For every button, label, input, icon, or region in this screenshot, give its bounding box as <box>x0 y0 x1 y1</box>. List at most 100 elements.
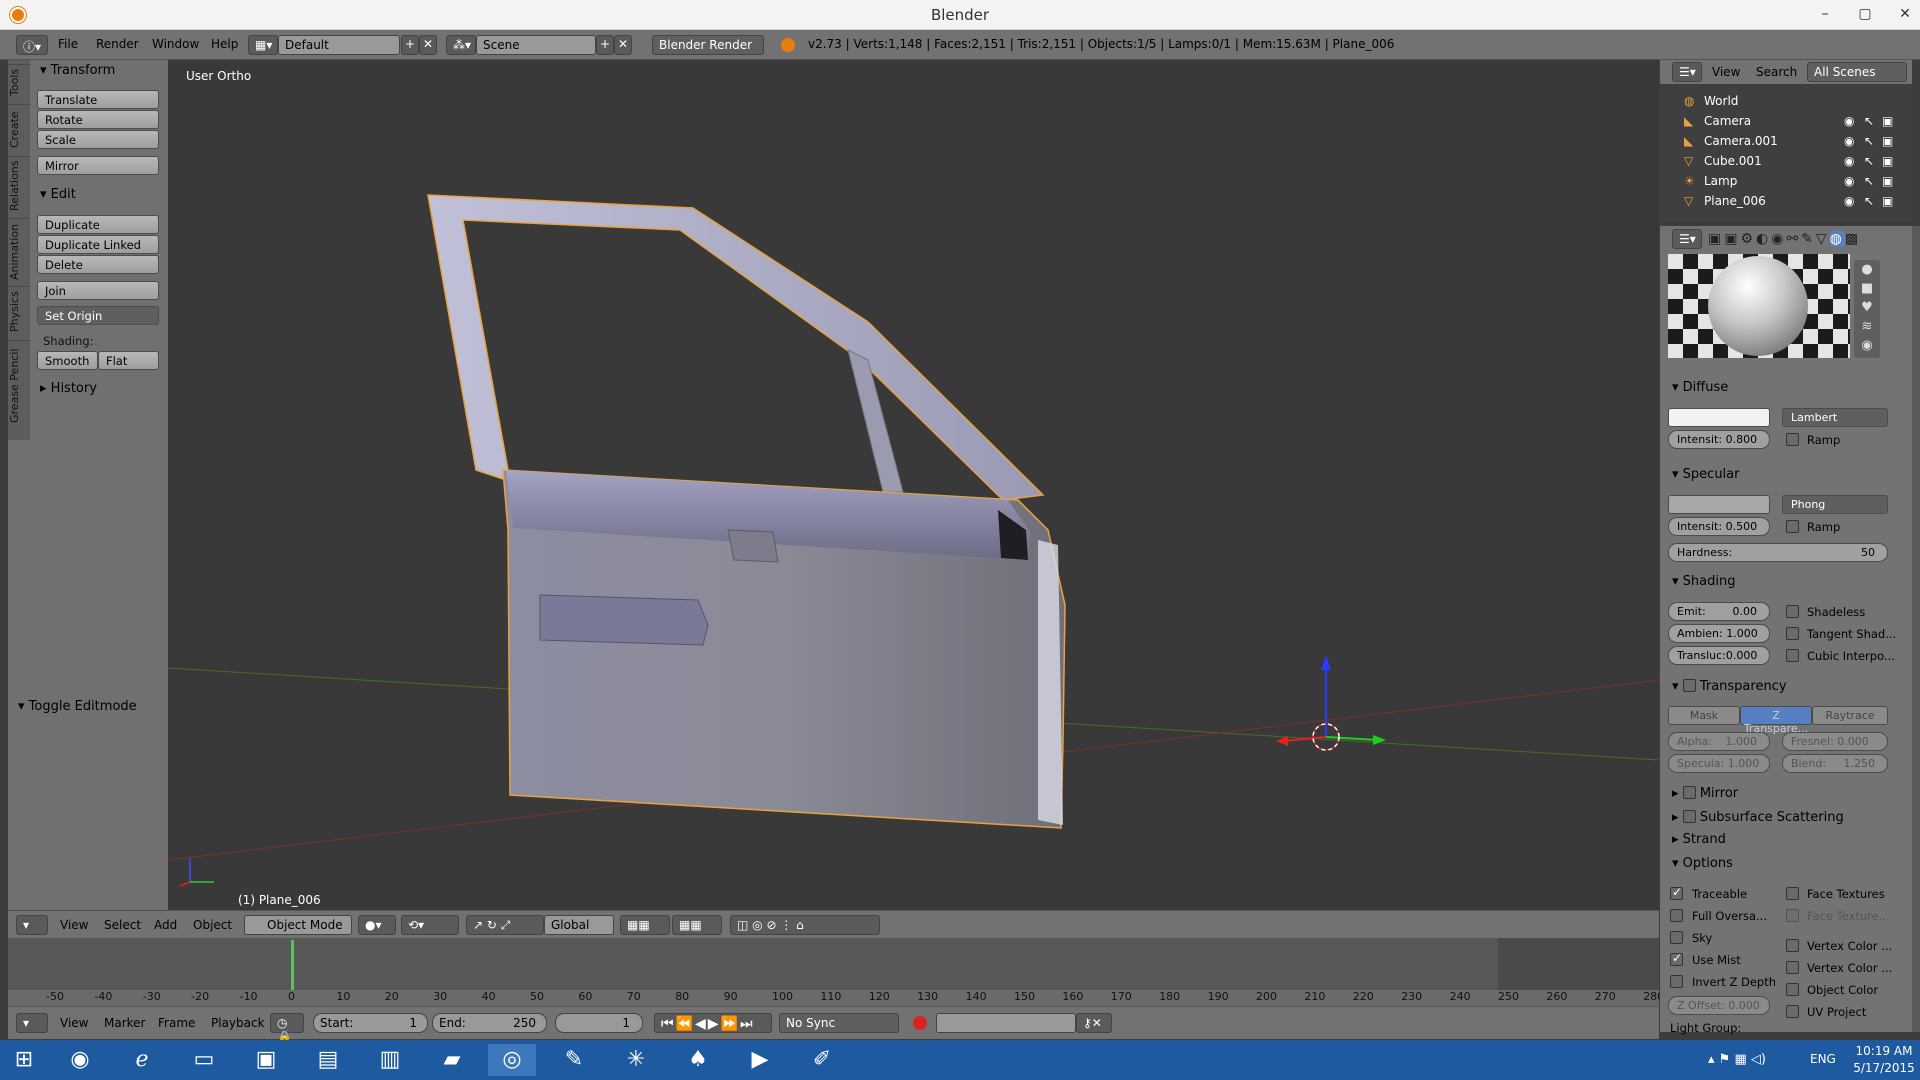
emit-field[interactable]: Emit: 0.00 <box>1668 602 1770 621</box>
selectable-cursor-icon[interactable]: ↖ <box>1864 174 1874 188</box>
diffuse-intensity-field[interactable]: Intensit: 0.800 <box>1668 430 1770 449</box>
tab-animation[interactable]: Animation <box>8 218 30 284</box>
traceable-checkbox[interactable] <box>1670 885 1683 900</box>
internet-explorer-icon[interactable]: ℯ <box>118 1044 166 1076</box>
visibility-eye-icon[interactable]: ◉ <box>1844 174 1854 188</box>
editor-type-icon[interactable]: ⓘ▾ <box>16 35 48 55</box>
close-button[interactable]: ✕ <box>1885 3 1920 25</box>
app-icon-5[interactable]: ▤ <box>304 1044 352 1076</box>
specular-shader-select[interactable]: Phong <box>1782 495 1888 514</box>
selectable-cursor-icon[interactable]: ↖ <box>1864 154 1874 168</box>
3d-viewport[interactable]: User Ortho (1) Plane_006 <box>168 60 1659 910</box>
history-panel-header[interactable]: ▸ History <box>40 381 97 396</box>
face-texture-alpha-checkbox[interactable] <box>1786 909 1799 922</box>
options-panel-header[interactable]: ▾ Options <box>1672 856 1733 871</box>
transform-panel-header[interactable]: ▾ Transform <box>40 63 115 78</box>
clock-date[interactable]: 5/17/2015 <box>1852 1061 1916 1075</box>
translucency-field[interactable]: Transluc:0.000 <box>1668 646 1770 665</box>
properties-editor-type-icon[interactable]: ☰▾ <box>1672 229 1702 249</box>
menu-playback[interactable]: Playback <box>211 1016 265 1030</box>
alpha-field[interactable]: Alpha: 1.000 <box>1668 732 1770 751</box>
tangent-shading-checkbox[interactable] <box>1786 627 1799 640</box>
edit-panel-header[interactable]: ▾ Edit <box>40 187 76 202</box>
orientation-select[interactable]: Global <box>544 915 614 935</box>
tab-tools[interactable]: Tools <box>8 64 30 100</box>
transparency-mode-raytrace[interactable]: Raytrace <box>1812 706 1888 725</box>
z-widget-arrow[interactable] <box>1321 655 1331 670</box>
toggle-editmode-header[interactable]: ▾ Toggle Editmode <box>18 699 137 714</box>
hardness-field[interactable]: Hardness: 50 <box>1668 543 1888 562</box>
transparency-mode-mask[interactable]: Mask <box>1668 706 1740 725</box>
diffuse-ramp-checkbox[interactable] <box>1786 433 1799 446</box>
record-icon[interactable] <box>913 1016 927 1030</box>
smooth-button[interactable]: Smooth <box>37 351 98 370</box>
tray-icons[interactable]: ▴ ⚑ ▦ ◁) <box>1708 1052 1766 1067</box>
outliner-item[interactable]: ▽ Cube.001 ◉ ↖ ▣ <box>1660 151 1912 171</box>
selectable-cursor-icon[interactable]: ↖ <box>1864 194 1874 208</box>
app-icon-11[interactable]: ♠ <box>674 1044 722 1076</box>
menu-add[interactable]: Add <box>154 918 177 932</box>
outliner-item[interactable]: ◣ Camera.001 ◉ ↖ ▣ <box>1660 131 1912 151</box>
timeline-editor-type-icon[interactable]: ▾ <box>16 1013 48 1033</box>
sss-panel-header[interactable]: ▸ Subsurface Scattering <box>1672 808 1844 825</box>
start-button-icon[interactable]: ⊞ <box>0 1044 48 1076</box>
visibility-eye-icon[interactable]: ◉ <box>1844 194 1854 208</box>
outliner-item[interactable]: ☀ Lamp ◉ ↖ ▣ <box>1660 171 1912 191</box>
menu-file[interactable]: File <box>58 37 78 51</box>
tab-create[interactable]: Create <box>8 104 30 154</box>
use-mist-checkbox[interactable] <box>1670 951 1683 966</box>
menu-timeline-view[interactable]: View <box>60 1016 88 1030</box>
app-icon-6[interactable]: ▥ <box>366 1044 414 1076</box>
fresnel-field[interactable]: Fresnel: 0.000 <box>1782 732 1888 751</box>
store-icon[interactable]: ▣ <box>242 1044 290 1076</box>
object-color-checkbox[interactable] <box>1786 983 1799 996</box>
menu-window[interactable]: Window <box>152 37 199 51</box>
layout-field[interactable]: Default <box>278 35 400 55</box>
current-frame-field[interactable]: 1 <box>555 1013 643 1033</box>
visibility-eye-icon[interactable]: ◉ <box>1844 134 1854 148</box>
vertex-color-light-checkbox[interactable] <box>1786 961 1799 974</box>
tab-grease-pencil[interactable]: Grease Pencil <box>8 340 30 430</box>
outliner-item[interactable]: ◍ World <box>1660 91 1912 111</box>
x-widget-arrow[interactable] <box>1276 736 1288 746</box>
menu-marker[interactable]: Marker <box>104 1016 145 1030</box>
sky-checkbox[interactable] <box>1670 931 1683 944</box>
z-offset-field[interactable]: Z Offset: 0.000 <box>1668 996 1770 1015</box>
minimize-button[interactable]: – <box>1805 3 1845 25</box>
viewport-canvas[interactable] <box>168 60 1659 910</box>
selectable-cursor-icon[interactable]: ↖ <box>1864 134 1874 148</box>
menu-object[interactable]: Object <box>193 918 232 932</box>
scene-icon[interactable]: ⁂▾ <box>446 35 476 55</box>
remove-scene-icon[interactable]: ✕ <box>614 35 632 55</box>
clock-time[interactable]: 10:19 AM <box>1852 1044 1916 1058</box>
input-language[interactable]: ENG <box>1810 1052 1836 1066</box>
specular-panel-header[interactable]: ▾ Specular <box>1672 467 1739 482</box>
outliner[interactable]: ☰▾ View Search All Scenes ◍ World ◣ Camera ◉… <box>1660 60 1912 222</box>
shading-panel-header[interactable]: ▾ Shading <box>1672 574 1735 589</box>
object-mode-select[interactable]: Object Mode <box>244 915 352 935</box>
menu-outliner-search[interactable]: Search <box>1756 65 1797 79</box>
transparency-checkbox[interactable] <box>1682 679 1696 692</box>
keyframe-insert-icons[interactable]: ⚷✕ <box>1076 1013 1112 1033</box>
diffuse-color-swatch[interactable] <box>1668 408 1770 427</box>
visibility-eye-icon[interactable]: ◉ <box>1844 114 1854 128</box>
properties-context-tabs[interactable]: ▣▣⚙◐◉⚯✎▽◍▩ <box>1708 231 1861 247</box>
transparency-mode-ztransparency[interactable]: Z Transpare... <box>1740 706 1812 735</box>
flat-button[interactable]: Flat <box>98 351 159 370</box>
notepad-icon[interactable]: ✐ <box>798 1044 846 1076</box>
layer-buttons-b[interactable]: ▦▦ <box>672 915 722 935</box>
mirror-panel-header[interactable]: ▸ Mirror <box>1672 784 1738 801</box>
blender-taskbar-icon[interactable]: ◎ <box>488 1044 536 1076</box>
app-icon-10[interactable]: ✳ <box>612 1044 660 1076</box>
outliner-item[interactable]: ▽ Plane_006 ◉ ↖ ▣ <box>1660 191 1912 211</box>
mirror-checkbox[interactable] <box>1682 786 1696 799</box>
outliner-editor-type-icon[interactable]: ☰▾ <box>1672 62 1702 82</box>
translate-button[interactable]: Translate <box>37 90 159 109</box>
paint-icon[interactable]: ✎ <box>550 1044 598 1076</box>
scene-field[interactable]: Scene <box>476 35 596 55</box>
menu-view[interactable]: View <box>60 918 88 932</box>
tab-physics[interactable]: Physics <box>8 286 30 336</box>
transparency-panel-header[interactable]: ▾ Transparency <box>1672 677 1787 694</box>
layer-buttons-a[interactable]: ▦▦ <box>620 915 670 935</box>
visibility-eye-icon[interactable]: ◉ <box>1844 154 1854 168</box>
